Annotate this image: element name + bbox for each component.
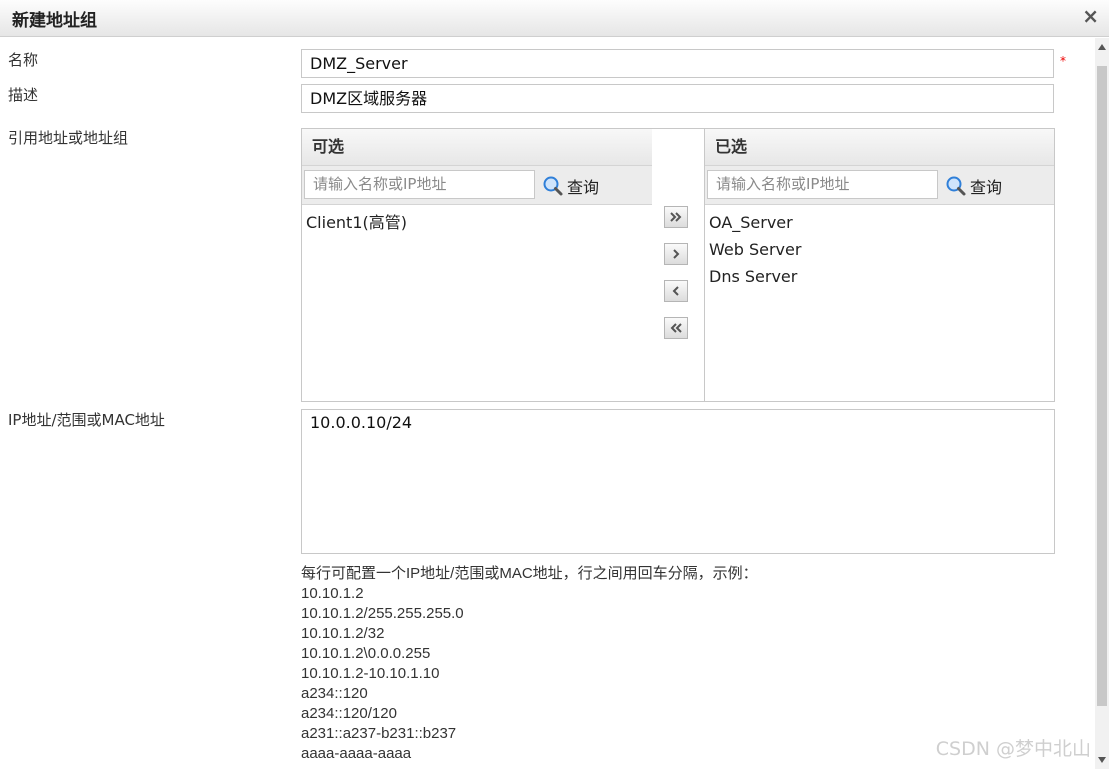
watermark: CSDN @梦中北山 [935, 738, 1091, 760]
dialog-title: 新建地址组 [12, 11, 97, 31]
add-all-button[interactable] [664, 206, 688, 228]
selected-search-button[interactable]: 查询 [945, 174, 1002, 198]
available-header: 可选 [302, 129, 652, 166]
ip-label: IP地址/范围或MAC地址 [8, 411, 165, 429]
selected-panel: 已选 请输入名称或IP地址 查询 OA_Server Web Server Dn… [704, 128, 1055, 402]
list-item[interactable]: Client1(高管) [306, 209, 648, 236]
available-search-button[interactable]: 查询 [542, 174, 599, 198]
selected-search-label: 查询 [970, 178, 1003, 197]
hint-example: 10.10.1.2\0.0.0.255 [301, 645, 431, 662]
scroll-down-icon[interactable] [1098, 757, 1106, 763]
close-icon[interactable]: × [1082, 4, 1099, 28]
hint-intro: 每行可配置一个IP地址/范围或MAC地址，行之间用回车分隔，示例： [301, 565, 758, 582]
hint-example: 10.10.1.2 [301, 585, 364, 602]
available-search-bar: 请输入名称或IP地址 查询 [302, 166, 652, 205]
hint-example: a234::120 [301, 685, 368, 702]
hint-example: 10.10.1.2-10.10.1.10 [301, 665, 440, 682]
selected-list: OA_Server Web Server Dns Server [705, 205, 1054, 294]
hint-example: 10.10.1.2/255.255.255.0 [301, 605, 464, 622]
remove-button[interactable] [664, 280, 688, 302]
hint-example: 10.10.1.2/32 [301, 625, 385, 642]
available-search-label: 查询 [567, 178, 600, 197]
hint-example: a231::a237-b231::b237 [301, 725, 457, 742]
available-search-input[interactable]: 请输入名称或IP地址 [304, 170, 535, 199]
selected-search-bar: 请输入名称或IP地址 查询 [705, 166, 1054, 205]
dialog-titlebar: 新建地址组 × [0, 0, 1109, 37]
desc-label: 描述 [8, 86, 39, 104]
hint-example: aaaa-aaaa-aaaa [301, 745, 412, 762]
add-button[interactable] [664, 243, 688, 265]
available-list: Client1(高管) [302, 205, 652, 240]
list-item[interactable]: Web Server [709, 236, 1050, 263]
selected-search-input[interactable]: 请输入名称或IP地址 [707, 170, 938, 199]
scroll-thumb[interactable] [1097, 66, 1107, 706]
search-icon [946, 176, 966, 196]
remove-all-button[interactable] [664, 317, 688, 339]
name-label: 名称 [8, 51, 39, 69]
transfer-buttons [652, 128, 704, 402]
double-chevron-right-icon [670, 212, 682, 222]
selected-header: 已选 [705, 129, 1054, 166]
desc-input[interactable]: DMZ区域服务器 [301, 84, 1054, 113]
available-panel: 可选 请输入名称或IP地址 查询 Client1(高管) [301, 128, 653, 402]
vertical-scrollbar[interactable] [1095, 38, 1109, 769]
ip-hint: 每行可配置一个IP地址/范围或MAC地址，行之间用回车分隔，示例： 10.10.… [301, 564, 758, 764]
double-chevron-left-icon [670, 323, 682, 333]
ip-textarea[interactable]: 10.0.0.10/24 [301, 409, 1055, 554]
ref-label: 引用地址或地址组 [8, 129, 129, 147]
required-mark: * [1060, 54, 1066, 68]
list-item[interactable]: OA_Server [709, 209, 1050, 236]
list-item[interactable]: Dns Server [709, 263, 1050, 290]
hint-example: a234::120/120 [301, 705, 397, 722]
name-input[interactable]: DMZ_Server [301, 49, 1054, 78]
chevron-left-icon [672, 286, 679, 296]
search-icon [543, 176, 563, 196]
chevron-right-icon [673, 249, 680, 259]
scroll-up-icon[interactable] [1098, 44, 1106, 50]
